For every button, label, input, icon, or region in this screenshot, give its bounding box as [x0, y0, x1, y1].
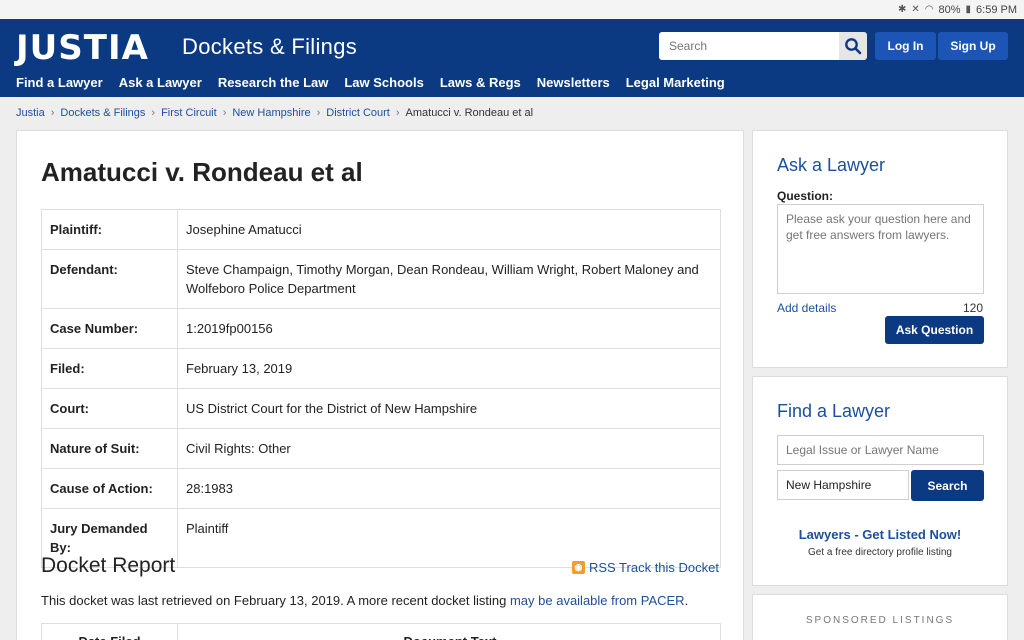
row-label: Cause of Action:: [41, 468, 178, 509]
breadcrumb-separator: ›: [50, 107, 55, 119]
row-value: US District Court for the District of Ne…: [177, 388, 721, 429]
row-value: Plaintiff: [177, 508, 721, 568]
question-label: Question:: [777, 189, 833, 203]
row-label: Filed:: [41, 348, 178, 389]
case-info-table: Plaintiff: Josephine Amatucci Defendant:…: [41, 209, 721, 568]
breadcrumb-justia[interactable]: Justia: [16, 107, 45, 119]
breadcrumb-dockets[interactable]: Dockets & Filings: [60, 107, 145, 119]
row-value: 1:2019fp00156: [177, 308, 721, 349]
row-value: February 13, 2019: [177, 348, 721, 389]
justia-logo[interactable]: JUSTIA: [16, 28, 149, 68]
breadcrumb-separator: ›: [222, 107, 227, 119]
column-document-text: Document Text: [178, 624, 722, 640]
breadcrumb: Justia › Dockets & Filings › First Circu…: [16, 107, 533, 119]
breadcrumb-separator: ›: [316, 107, 321, 119]
breadcrumb-separator: ›: [151, 107, 156, 119]
row-value: 28:1983: [177, 468, 721, 509]
nav-research-the-law[interactable]: Research the Law: [218, 75, 329, 90]
column-date-filed: Date Filed: [42, 624, 178, 640]
retrieved-end: .: [684, 593, 689, 608]
signup-button[interactable]: Sign Up: [938, 32, 1008, 60]
status-bar: ✱ ✕ ◠ 80% ▮ 6:59 PM: [0, 0, 1024, 19]
nav-law-schools[interactable]: Law Schools: [344, 75, 423, 90]
sponsored-listings-card: SPONSORED LISTINGS: [752, 594, 1008, 640]
char-count: 120: [962, 301, 983, 315]
ask-lawyer-title: Ask a Lawyer: [777, 155, 886, 175]
search-button[interactable]: [839, 32, 867, 60]
table-row: Plaintiff: Josephine Amatucci: [41, 209, 721, 250]
table-row: Case Number: 1:2019fp00156: [41, 308, 721, 349]
wifi-icon: ◠: [924, 4, 934, 15]
breadcrumb-district-court[interactable]: District Court: [326, 107, 390, 119]
nav-laws-and-regs[interactable]: Laws & Regs: [440, 75, 521, 90]
breadcrumb-new-hampshire[interactable]: New Hampshire: [232, 107, 310, 119]
nav-legal-marketing[interactable]: Legal Marketing: [626, 75, 725, 90]
nav-ask-a-lawyer[interactable]: Ask a Lawyer: [119, 75, 202, 90]
search-icon: [845, 38, 862, 55]
docket-table-header: Date Filed Document Text: [41, 623, 721, 640]
login-button[interactable]: Log In: [875, 32, 936, 60]
question-textarea[interactable]: [777, 204, 984, 294]
site-header: JUSTIA Dockets & Filings Log In Sign Up …: [0, 19, 1024, 97]
case-content: Amatucci v. Rondeau et al Plaintiff: Jos…: [16, 130, 744, 640]
rss-track-link[interactable]: ◉ RSS Track this Docket: [571, 560, 719, 575]
docket-report-heading: Docket Report: [41, 554, 176, 577]
row-label: Defendant:: [41, 249, 178, 309]
retrieved-text: This docket was last retrieved on Februa…: [41, 593, 510, 608]
row-value: Josephine Amatucci: [177, 209, 721, 250]
breadcrumb-current: Amatucci v. Rondeau et al: [405, 107, 534, 119]
legal-issue-input[interactable]: [777, 435, 984, 465]
battery-icon: ▮: [965, 4, 972, 15]
row-value: Civil Rights: Other: [177, 428, 721, 469]
sponsored-label: SPONSORED LISTINGS: [805, 615, 955, 626]
table-row: Cause of Action: 28:1983: [41, 468, 721, 509]
find-lawyer-title: Find a Lawyer: [777, 401, 891, 421]
rss-label: RSS Track this Docket: [588, 560, 719, 575]
retrieved-notice: This docket was last retrieved on Februa…: [41, 593, 688, 608]
site-title[interactable]: Dockets & Filings: [182, 34, 357, 60]
location-input[interactable]: New Hampshire: [777, 470, 909, 500]
breadcrumb-separator: ›: [395, 107, 400, 119]
clock: 6:59 PM: [976, 3, 1017, 16]
nav-newsletters[interactable]: Newsletters: [537, 75, 610, 90]
row-value: Steve Champaign, Timothy Morgan, Dean Ro…: [177, 249, 721, 309]
add-details-link[interactable]: Add details: [777, 301, 836, 315]
page-title: Amatucci v. Rondeau et al: [41, 157, 363, 187]
table-row: Court: US District Court for the Distric…: [41, 388, 721, 429]
row-label: Court:: [41, 388, 178, 429]
bluetooth-icon: ✱: [897, 4, 907, 15]
ask-question-button[interactable]: Ask Question: [885, 316, 984, 344]
nav-find-a-lawyer[interactable]: Find a Lawyer: [16, 75, 103, 90]
main-nav: Find a Lawyer Ask a Lawyer Research the …: [16, 75, 725, 90]
pacer-link[interactable]: may be available from PACER: [510, 593, 685, 608]
search-input[interactable]: [659, 32, 839, 60]
find-lawyer-search-button[interactable]: Search: [911, 470, 984, 501]
mute-icon: ✕: [911, 4, 920, 15]
table-row: Filed: February 13, 2019: [41, 348, 721, 389]
find-lawyer-card: Find a Lawyer New Hampshire Search Lawye…: [752, 376, 1008, 586]
breadcrumb-first-circuit[interactable]: First Circuit: [161, 107, 217, 119]
table-row: Nature of Suit: Civil Rights: Other: [41, 428, 721, 469]
row-label: Plaintiff:: [41, 209, 178, 250]
table-row: Defendant: Steve Champaign, Timothy Morg…: [41, 249, 721, 309]
battery-level: 80%: [938, 3, 961, 16]
rss-icon: ◉: [571, 561, 585, 574]
row-label: Nature of Suit:: [41, 428, 178, 469]
ask-lawyer-card: Ask a Lawyer Question: Add details 120 A…: [752, 130, 1008, 368]
row-label: Case Number:: [41, 308, 178, 349]
get-listed-link[interactable]: Lawyers - Get Listed Now!: [753, 527, 1007, 542]
get-listed-subtext: Get a free directory profile listing: [808, 547, 952, 558]
